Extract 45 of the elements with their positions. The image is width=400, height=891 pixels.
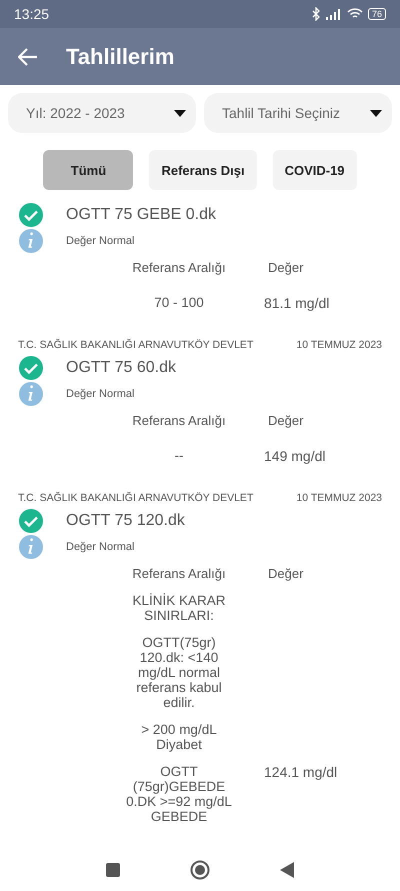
filter-dropdown[interactable]: Tahlil Tarihi Seçiniz bbox=[204, 93, 392, 133]
caret-icon bbox=[174, 110, 186, 116]
reference-range: > 200 mg/dL Diyabet bbox=[140, 722, 218, 752]
bluetooth-icon bbox=[312, 7, 321, 21]
filter-tab[interactable]: Referans Dışı bbox=[149, 150, 257, 190]
reference-range: 70 - 100 bbox=[153, 295, 205, 311]
home-icon[interactable] bbox=[190, 860, 210, 880]
column-header: Referans Aralığı bbox=[131, 413, 227, 428]
reference-range: OGTT(75gr) 120.dk: <140 mg/dL normal referans kabul edilir. bbox=[135, 635, 223, 710]
column-header: Referans Aralığı bbox=[131, 260, 227, 275]
caret-icon bbox=[370, 110, 382, 116]
back-icon[interactable] bbox=[280, 862, 294, 878]
reference-range: -- bbox=[174, 448, 184, 464]
back-arrow-icon[interactable] bbox=[18, 48, 38, 66]
column-header: Değer bbox=[268, 413, 304, 428]
result-value: 124.1 mg/dl bbox=[264, 764, 338, 782]
info-icon[interactable] bbox=[18, 381, 44, 407]
hospital-name: T.C. SAĞLIK BAKANLIĞI ARNAVUTKÖY DEVLET bbox=[18, 339, 254, 351]
status-time: 13:25 bbox=[14, 6, 50, 22]
recent-apps-icon[interactable] bbox=[106, 863, 120, 877]
reference-range: KLİNİK KARAR SINIRLARI: bbox=[131, 593, 227, 623]
column-header: Değer bbox=[268, 260, 304, 275]
result-date: 10 TEMMUZ 2023 bbox=[296, 492, 382, 504]
result-status: Değer Normal bbox=[66, 388, 134, 400]
result-status: Değer Normal bbox=[66, 235, 134, 247]
signal-icon bbox=[326, 8, 342, 20]
info-icon[interactable] bbox=[18, 534, 44, 560]
result-date: 10 TEMMUZ 2023 bbox=[296, 339, 382, 351]
page-title: Tahlillerim bbox=[66, 44, 174, 70]
column-header: Referans Aralığı bbox=[131, 566, 227, 581]
result-status: Değer Normal bbox=[66, 541, 134, 553]
filter-tab[interactable]: COVID-19 bbox=[272, 150, 357, 190]
test-name: OGTT 75 GEBE 0.dk bbox=[66, 206, 216, 224]
wifi-icon bbox=[346, 8, 363, 20]
filter-dropdown[interactable]: Yıl: 2022 - 2023 bbox=[8, 93, 196, 133]
result-value: 81.1 mg/dl bbox=[264, 295, 330, 311]
filter-tab[interactable]: Tümü bbox=[43, 150, 134, 190]
result-value: 149 mg/dl bbox=[264, 448, 326, 464]
hospital-name: T.C. SAĞLIK BAKANLIĞI ARNAVUTKÖY DEVLET bbox=[18, 492, 254, 504]
test-name: OGTT 75 60.dk bbox=[66, 359, 176, 377]
reference-range: OGTT (75gr)GEBEDE 0.DK >=92 mg/dL GEBEDE bbox=[125, 764, 233, 824]
test-name: OGTT 75 120.dk bbox=[66, 512, 185, 530]
column-header: Değer bbox=[268, 566, 304, 581]
battery-icon: 76 bbox=[368, 8, 386, 20]
info-icon[interactable] bbox=[18, 228, 44, 254]
